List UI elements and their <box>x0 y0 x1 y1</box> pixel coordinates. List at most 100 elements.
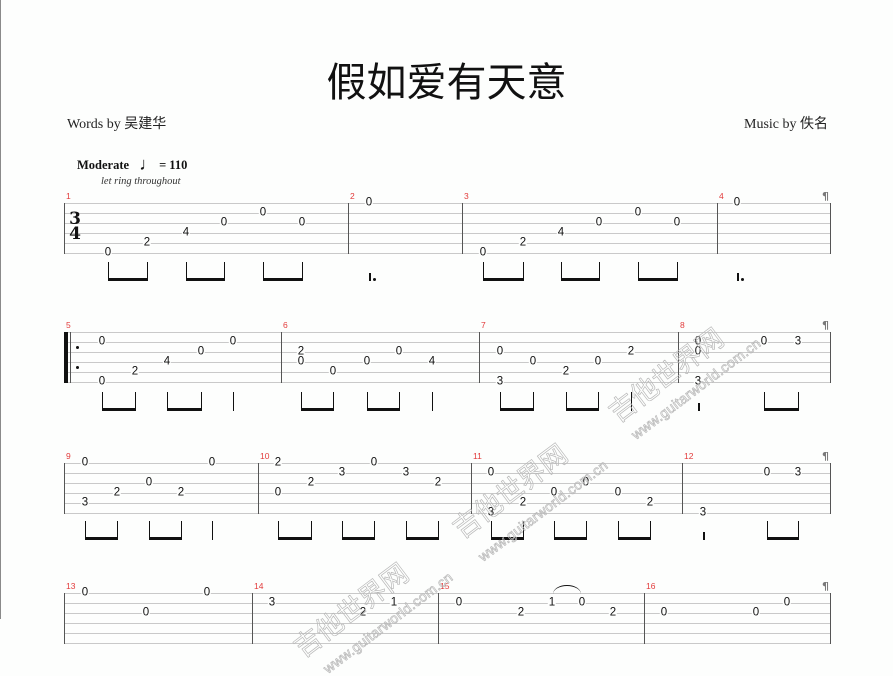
tab-note: 0 <box>364 196 374 209</box>
rhythm-beam <box>102 408 136 411</box>
tab-note: 0 <box>782 596 792 609</box>
rhythm-beam <box>764 408 799 411</box>
tab-note: 2 <box>273 456 283 469</box>
measure-number: 15 <box>440 581 450 591</box>
rhythm-beam <box>767 537 799 540</box>
rhythm-stem <box>432 392 433 411</box>
staff-line <box>64 213 830 214</box>
barline <box>678 332 679 383</box>
tab-note: 2 <box>306 476 316 489</box>
tab-note: 2 <box>626 345 636 358</box>
measure-number: 16 <box>646 581 656 591</box>
rhythm-dot <box>741 278 744 281</box>
tab-note: 0 <box>732 196 742 209</box>
rhythm-beam <box>566 408 599 411</box>
tab-note: 0 <box>672 216 682 229</box>
staff-line <box>64 382 830 383</box>
staff-line <box>64 613 830 614</box>
tab-note: 3 <box>793 466 803 479</box>
rhythm-stem-half <box>737 273 739 281</box>
system-end-mark: ¶ <box>822 580 829 593</box>
tab-note: 3 <box>698 506 708 519</box>
rhythm-stem <box>233 392 234 411</box>
tab-note: 2 <box>518 236 528 249</box>
tab-note: 0 <box>633 206 643 219</box>
system-end-mark: ¶ <box>822 190 829 203</box>
tab-note: 0 <box>296 355 306 368</box>
tab-note: 4 <box>162 355 172 368</box>
tab-note: 0 <box>394 345 404 358</box>
barline <box>717 203 718 254</box>
tab-note: 3 <box>486 506 496 519</box>
rhythm-stem <box>598 392 599 411</box>
rhythm-dot <box>373 278 376 281</box>
measure-number: 7 <box>481 320 486 330</box>
barline <box>258 463 259 514</box>
staff-line <box>64 463 830 464</box>
tab-note: 0 <box>486 466 496 479</box>
rhythm-beam <box>263 278 303 281</box>
rhythm-stem <box>311 521 312 540</box>
tab-note: 2 <box>142 236 152 249</box>
tab-note: 2 <box>433 476 443 489</box>
barline <box>830 463 831 514</box>
measure-number: 9 <box>66 451 71 461</box>
rhythm-stem <box>586 521 587 540</box>
tab-note: 0 <box>593 355 603 368</box>
measure-number: 12 <box>684 451 694 461</box>
tab-note: 0 <box>659 606 669 619</box>
staff-line <box>64 513 830 514</box>
tab-note: 0 <box>759 335 769 348</box>
rhythm-beam <box>554 537 587 540</box>
tab-note: 0 <box>478 246 488 259</box>
system-end-mark: ¶ <box>822 319 829 332</box>
rhythm-beam <box>491 537 524 540</box>
tab-note: 0 <box>369 456 379 469</box>
system-start-barline <box>64 203 65 254</box>
measure-number: 10 <box>260 451 270 461</box>
staff-line <box>64 372 830 373</box>
tab-note: 2 <box>518 496 528 509</box>
measure-number: 11 <box>473 451 482 461</box>
slur-arc <box>553 585 581 594</box>
rhythm-beam <box>85 537 118 540</box>
tab-note: 1 <box>547 596 557 609</box>
tab-note: 1 <box>389 596 399 609</box>
rhythm-stem <box>631 392 632 411</box>
tab-note: 2 <box>112 486 122 499</box>
tab-note: 0 <box>549 486 559 499</box>
measure-number: 3 <box>464 191 469 201</box>
staff-line <box>64 603 830 604</box>
rhythm-stem <box>523 521 524 540</box>
tab-note: 2 <box>645 496 655 509</box>
tab-note: 0 <box>144 476 154 489</box>
staff-line <box>64 623 830 624</box>
rhythm-beam <box>406 537 439 540</box>
tab-note: 0 <box>577 596 587 609</box>
tab-note: 0 <box>762 466 772 479</box>
repeat-dot <box>76 366 79 369</box>
tab-note: 0 <box>297 216 307 229</box>
tab-note: 3 <box>80 496 90 509</box>
staff-line <box>64 503 830 504</box>
barline <box>471 463 472 514</box>
tab-note: 2 <box>358 606 368 619</box>
staff-line <box>64 243 830 244</box>
tab-note: 3 <box>267 596 277 609</box>
tab-note: 0 <box>693 345 703 358</box>
staff-line <box>64 362 830 363</box>
rhythm-stem <box>333 392 334 411</box>
tab-note: 4 <box>181 226 191 239</box>
rhythm-beam <box>618 537 651 540</box>
tab-note: 0 <box>207 456 217 469</box>
tab-note: 0 <box>751 606 761 619</box>
tab-note: 3 <box>337 466 347 479</box>
staff-line <box>64 223 830 224</box>
tab-note: 0 <box>97 335 107 348</box>
tab-note: 0 <box>454 596 464 609</box>
rhythm-stem <box>523 262 524 281</box>
tab-note: 0 <box>196 345 206 358</box>
rhythm-stem <box>438 521 439 540</box>
measure-number: 6 <box>283 320 288 330</box>
rhythm-stem <box>201 392 202 411</box>
